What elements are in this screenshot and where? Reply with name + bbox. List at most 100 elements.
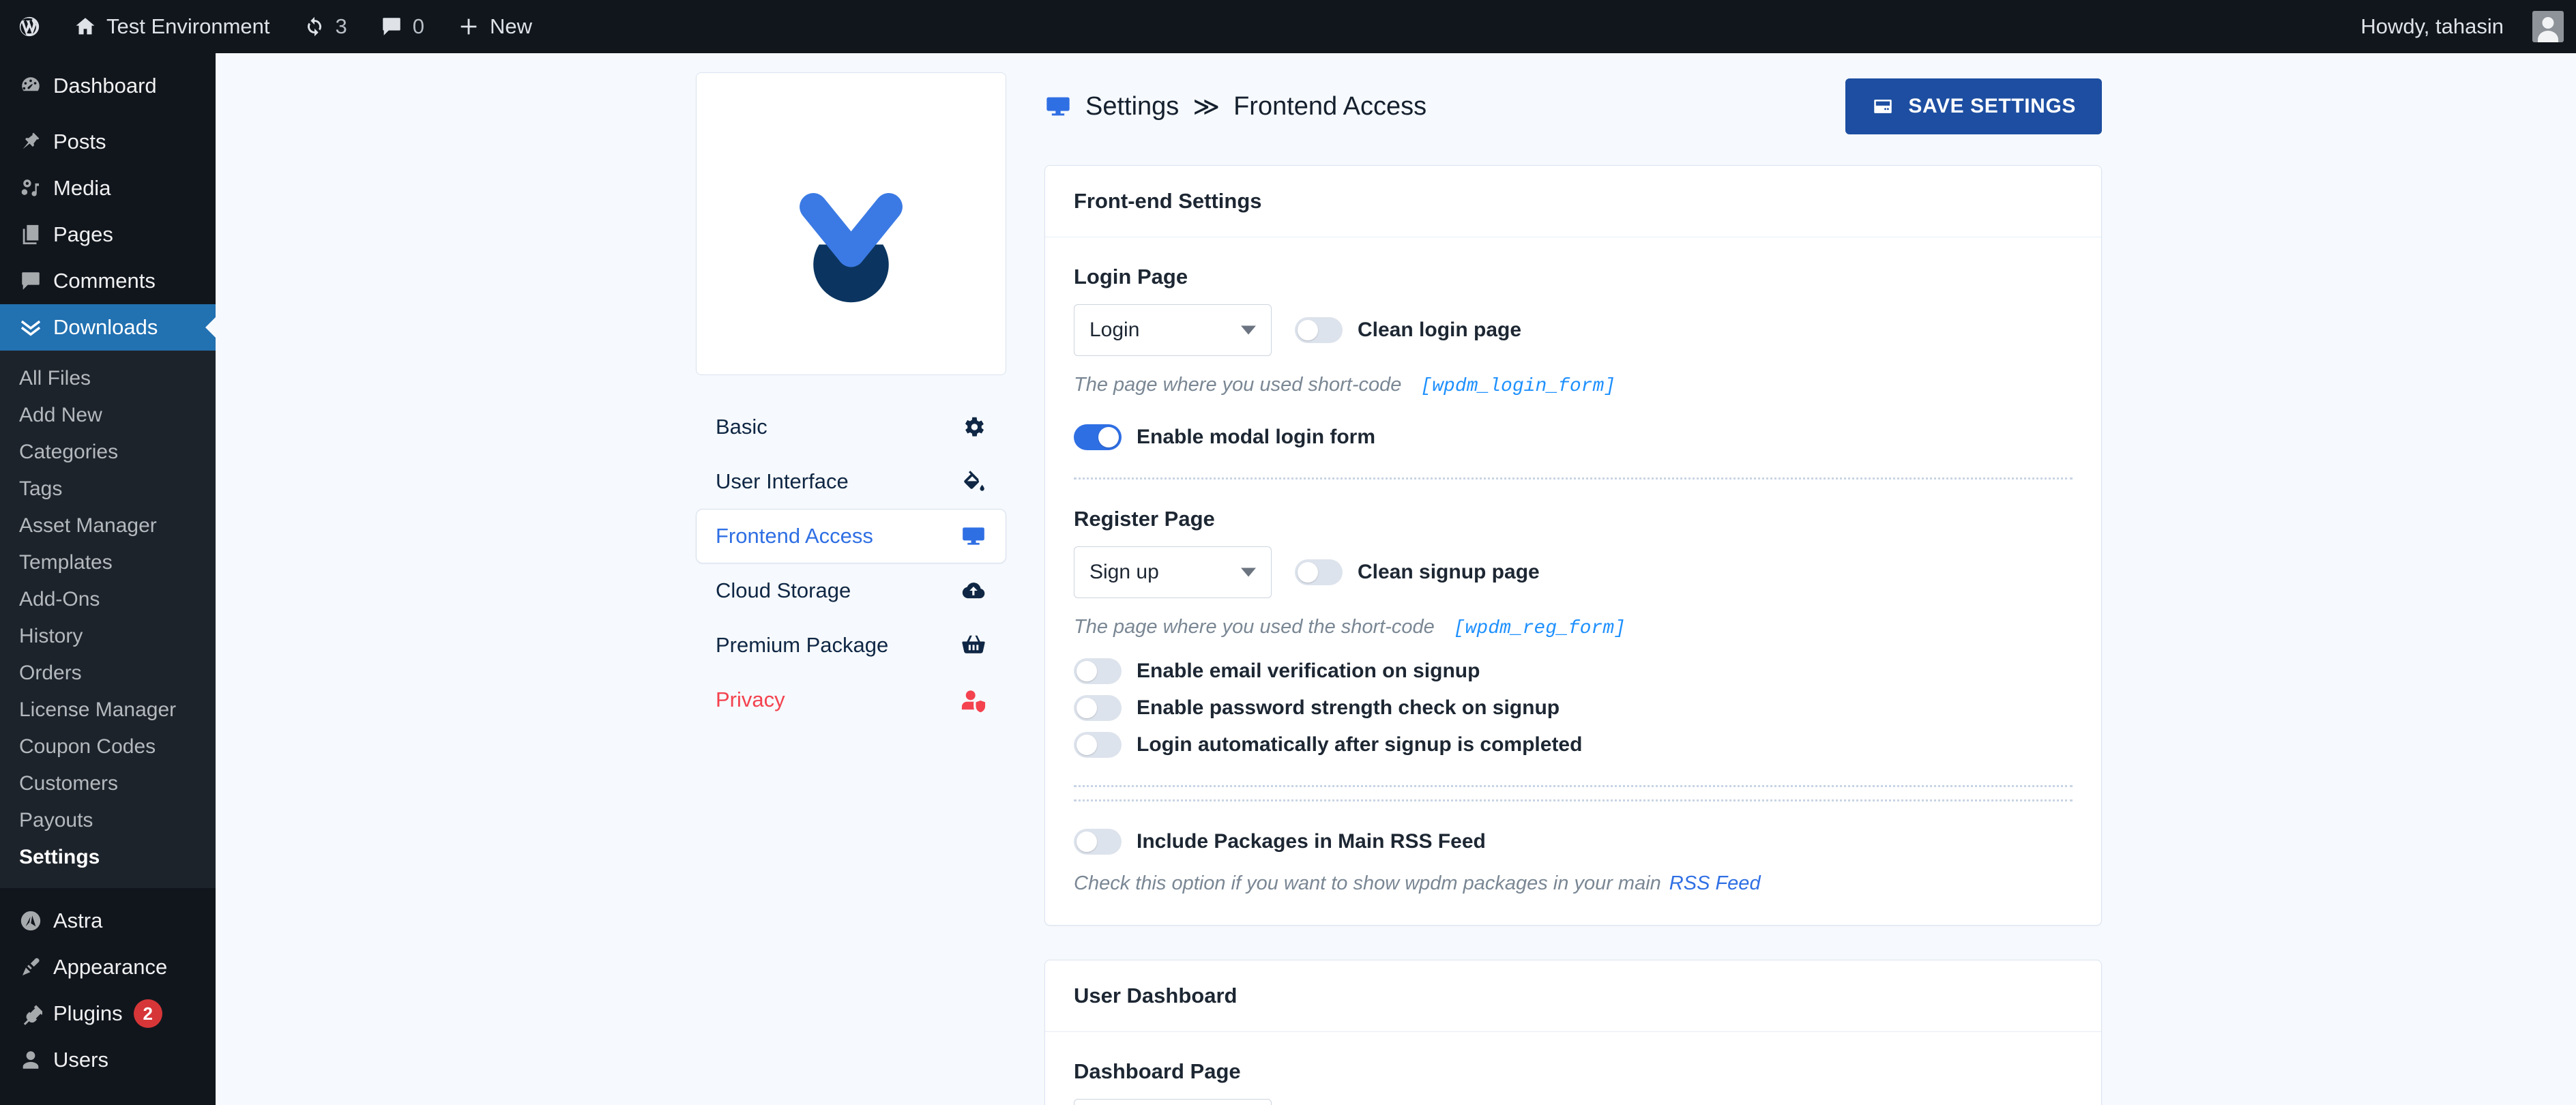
login-page-hint: The page where you used short-code [wpdm… [1074,374,2073,397]
submenu-item-asset-manager[interactable]: Asset Manager [0,507,216,544]
register-page-select[interactable]: Sign up [1074,546,1272,598]
monitor-icon [961,523,986,549]
submenu-item-settings[interactable]: Settings [0,839,216,876]
sidebar-spacer-top [0,53,216,63]
save-settings-button[interactable]: SAVE SETTINGS [1845,78,2102,134]
submenu-item-add-new[interactable]: Add New [0,397,216,434]
submenu-item-customers[interactable]: Customers [0,765,216,802]
register-page-select-value: Sign up [1089,561,1159,583]
user-shield-icon [961,687,986,713]
sidebar-item-label: Plugins [53,1001,123,1025]
settings-nav-cloud-storage[interactable]: Cloud Storage [696,563,1006,618]
sidebar-item-plugins[interactable]: Plugins 2 [0,990,216,1037]
settings-nav-label: Basic [716,415,767,439]
site-name-button[interactable]: Test Environment [57,0,287,53]
settings-nav-user-interface[interactable]: User Interface [696,454,1006,509]
submenu-item-templates[interactable]: Templates [0,544,216,581]
sidebar-item-label: Media [53,176,111,200]
submenu-item-tags[interactable]: Tags [0,471,216,507]
enable-modal-login-row: Enable modal login form [1074,424,2073,450]
breadcrumb-separator: ≫ [1192,92,1220,121]
sidebar-item-users[interactable]: Users [0,1037,216,1083]
admin-sidebar: Dashboard Posts Media Pages Comments Dow… [0,53,216,1105]
sidebar-item-posts[interactable]: Posts [0,119,216,165]
sidebar-item-label: Users [53,1048,108,1072]
howdy-menu[interactable]: Howdy, tahasin [2343,0,2520,53]
sidebar-divider-2 [0,888,216,898]
frontend-settings-title: Front-end Settings [1045,166,2101,237]
settings-nav-premium-package[interactable]: Premium Package [696,618,1006,673]
settings-nav-basic[interactable]: Basic [696,400,1006,454]
register-toggles: Enable email verification on signup Enab… [1074,658,2073,758]
auto-login-label: Login automatically after signup is comp… [1137,733,1583,756]
comment-icon [380,15,403,38]
login-page-select[interactable]: Login [1074,304,1272,356]
comments-button[interactable]: 0 [364,0,441,53]
sidebar-item-astra[interactable]: Astra [0,898,216,944]
divider-register-rss-1 [1074,785,2073,787]
include-packages-rss-toggle[interactable] [1074,829,1122,855]
clean-login-page-toggle[interactable] [1295,317,1343,343]
new-content-button[interactable]: New [441,0,548,53]
email-verification-toggle[interactable] [1074,658,1122,684]
sidebar-item-downloads[interactable]: Downloads [0,304,216,351]
divider-register-rss-2 [1074,799,2073,801]
clean-signup-page-toggle[interactable] [1295,559,1343,585]
sidebar-item-pages[interactable]: Pages [0,211,216,258]
register-shortcode[interactable]: [wpdm_reg_form] [1454,618,1626,639]
astra-icon [19,909,53,932]
paint-bucket-icon [961,469,986,495]
user-icon [19,1048,53,1072]
clean-signup-page-label: Clean signup page [1358,561,1540,583]
frontend-settings-body: Login Page Login Clean login page The pa… [1045,237,2101,925]
sidebar-item-label: Pages [53,222,113,246]
submenu-item-categories[interactable]: Categories [0,434,216,471]
settings-nav-privacy[interactable]: Privacy [696,673,1006,727]
wp-logo-button[interactable] [0,0,57,53]
user-dashboard-card: User Dashboard Dashboard Page Dashboard … [1044,960,2102,1105]
sidebar-item-appearance[interactable]: Appearance [0,944,216,990]
sidebar-item-comments[interactable]: Comments [0,258,216,304]
comments-count: 0 [412,14,424,38]
sidebar-item-label: Comments [53,269,156,293]
new-label: New [490,14,533,38]
downloads-icon [19,316,53,339]
sidebar-divider-1 [0,109,216,119]
sidebar-item-media[interactable]: Media [0,165,216,211]
media-icon [19,177,53,200]
dashboard-page-select[interactable]: Dashboard [1074,1099,1272,1105]
login-shortcode[interactable]: [wpdm_login_form] [1420,376,1615,397]
submenu-item-history[interactable]: History [0,618,216,655]
plug-icon [19,1002,53,1025]
home-icon [74,15,97,38]
admin-bar-right: Howdy, tahasin [2343,0,2576,53]
pages-icon [19,223,53,246]
updates-button[interactable]: 3 [287,0,364,53]
submenu-item-payouts[interactable]: Payouts [0,802,216,839]
user-dashboard-body: Dashboard Page Dashboard The page where … [1045,1032,2101,1105]
settings-nav-label: User Interface [716,469,849,493]
settings-nav-label: Cloud Storage [716,578,851,602]
clean-signup-page-row: Clean signup page [1295,559,1540,585]
submenu-item-add-ons[interactable]: Add-Ons [0,581,216,618]
submenu-item-coupon-codes[interactable]: Coupon Codes [0,728,216,765]
auto-login-row: Login automatically after signup is comp… [1074,732,2073,758]
submenu-item-all-files[interactable]: All Files [0,360,216,397]
settings-nav-label: Frontend Access [716,524,873,548]
submenu-item-orders[interactable]: Orders [0,655,216,692]
user-dashboard-title: User Dashboard [1045,960,2101,1032]
comment-icon [19,269,53,293]
sidebar-item-dashboard[interactable]: Dashboard [0,63,216,109]
rss-feed-row: Include Packages in Main RSS Feed [1074,829,2073,855]
sidebar-item-label: Dashboard [53,74,157,98]
enable-modal-login-toggle[interactable] [1074,424,1122,450]
avatar[interactable] [2532,11,2564,42]
breadcrumb-settings: Settings [1085,91,1180,121]
submenu-item-license-manager[interactable]: License Manager [0,692,216,728]
rss-feed-link[interactable]: RSS Feed [1669,872,1761,895]
settings-wrap: Basic User Interface Frontend Access Clo… [696,53,2576,1105]
settings-nav-frontend-access[interactable]: Frontend Access [696,509,1006,563]
password-strength-toggle[interactable] [1074,695,1122,721]
wpdm-logo-card [696,72,1006,375]
auto-login-toggle[interactable] [1074,732,1122,758]
